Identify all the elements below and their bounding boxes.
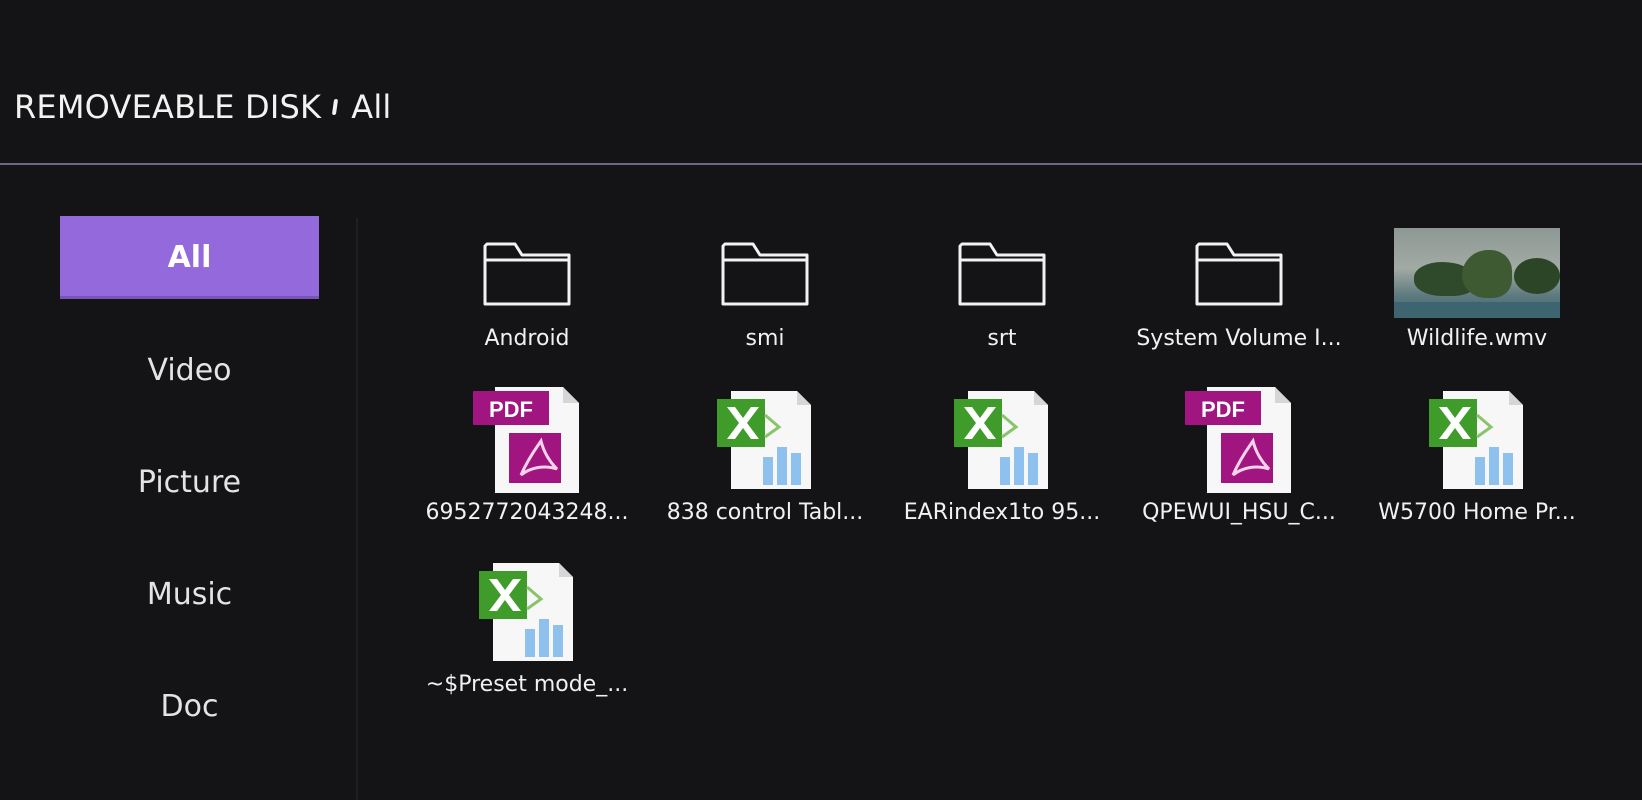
sidebar-item-label: Picture (137, 465, 242, 500)
file-name: ~$Preset mode_... (425, 672, 629, 697)
file-tile[interactable]: EARindex1to 95... (892, 218, 1112, 525)
file-grid: Android smi srt System Volume I... Wildl… (384, 218, 1634, 798)
file-name: 838 control Tabl... (666, 500, 864, 525)
file-tile[interactable]: PDF QPEWUI_HSU_C... (1129, 218, 1349, 525)
file-tile[interactable]: W5700 Home Pr... (1367, 218, 1587, 525)
sidebar-item-music[interactable]: Music (60, 553, 319, 636)
sidebar: All Video Picture Music Doc (0, 165, 358, 800)
file-tile[interactable]: PDF 6952772043248... (417, 218, 637, 525)
sidebar-item-video[interactable]: Video (60, 329, 319, 412)
excel-file-icon (892, 384, 1112, 494)
file-tile[interactable]: 838 control Tabl... (655, 218, 875, 525)
pdf-file-icon: PDF (1129, 384, 1349, 494)
sidebar-item-label: Doc (160, 689, 219, 724)
sidebar-item-all[interactable]: All (60, 216, 319, 299)
sidebar-item-label: Video (147, 353, 232, 388)
breadcrumb-current: All (351, 88, 392, 126)
sidebar-item-doc[interactable]: Doc (60, 665, 319, 748)
file-browser-screen: REMOVEABLE DISK All All Video Picture Mu… (0, 0, 1642, 800)
breadcrumb-root[interactable]: REMOVEABLE DISK (14, 88, 321, 126)
sidebar-item-label: All (167, 240, 212, 275)
excel-file-icon (655, 384, 875, 494)
excel-file-icon (1367, 384, 1587, 494)
breadcrumb-separator-icon (332, 99, 339, 115)
file-name: W5700 Home Pr... (1378, 500, 1576, 525)
file-name: QPEWUI_HSU_C... (1142, 500, 1336, 525)
excel-file-icon (417, 556, 637, 666)
svg-text:PDF: PDF (1201, 397, 1245, 422)
sidebar-item-picture[interactable]: Picture (60, 441, 319, 524)
file-tile[interactable]: ~$Preset mode_... (417, 390, 637, 697)
sidebar-item-label: Music (146, 577, 233, 612)
file-name: EARindex1to 95... (903, 500, 1101, 525)
breadcrumb: REMOVEABLE DISK All (14, 88, 392, 126)
header: REMOVEABLE DISK All (0, 0, 1642, 163)
